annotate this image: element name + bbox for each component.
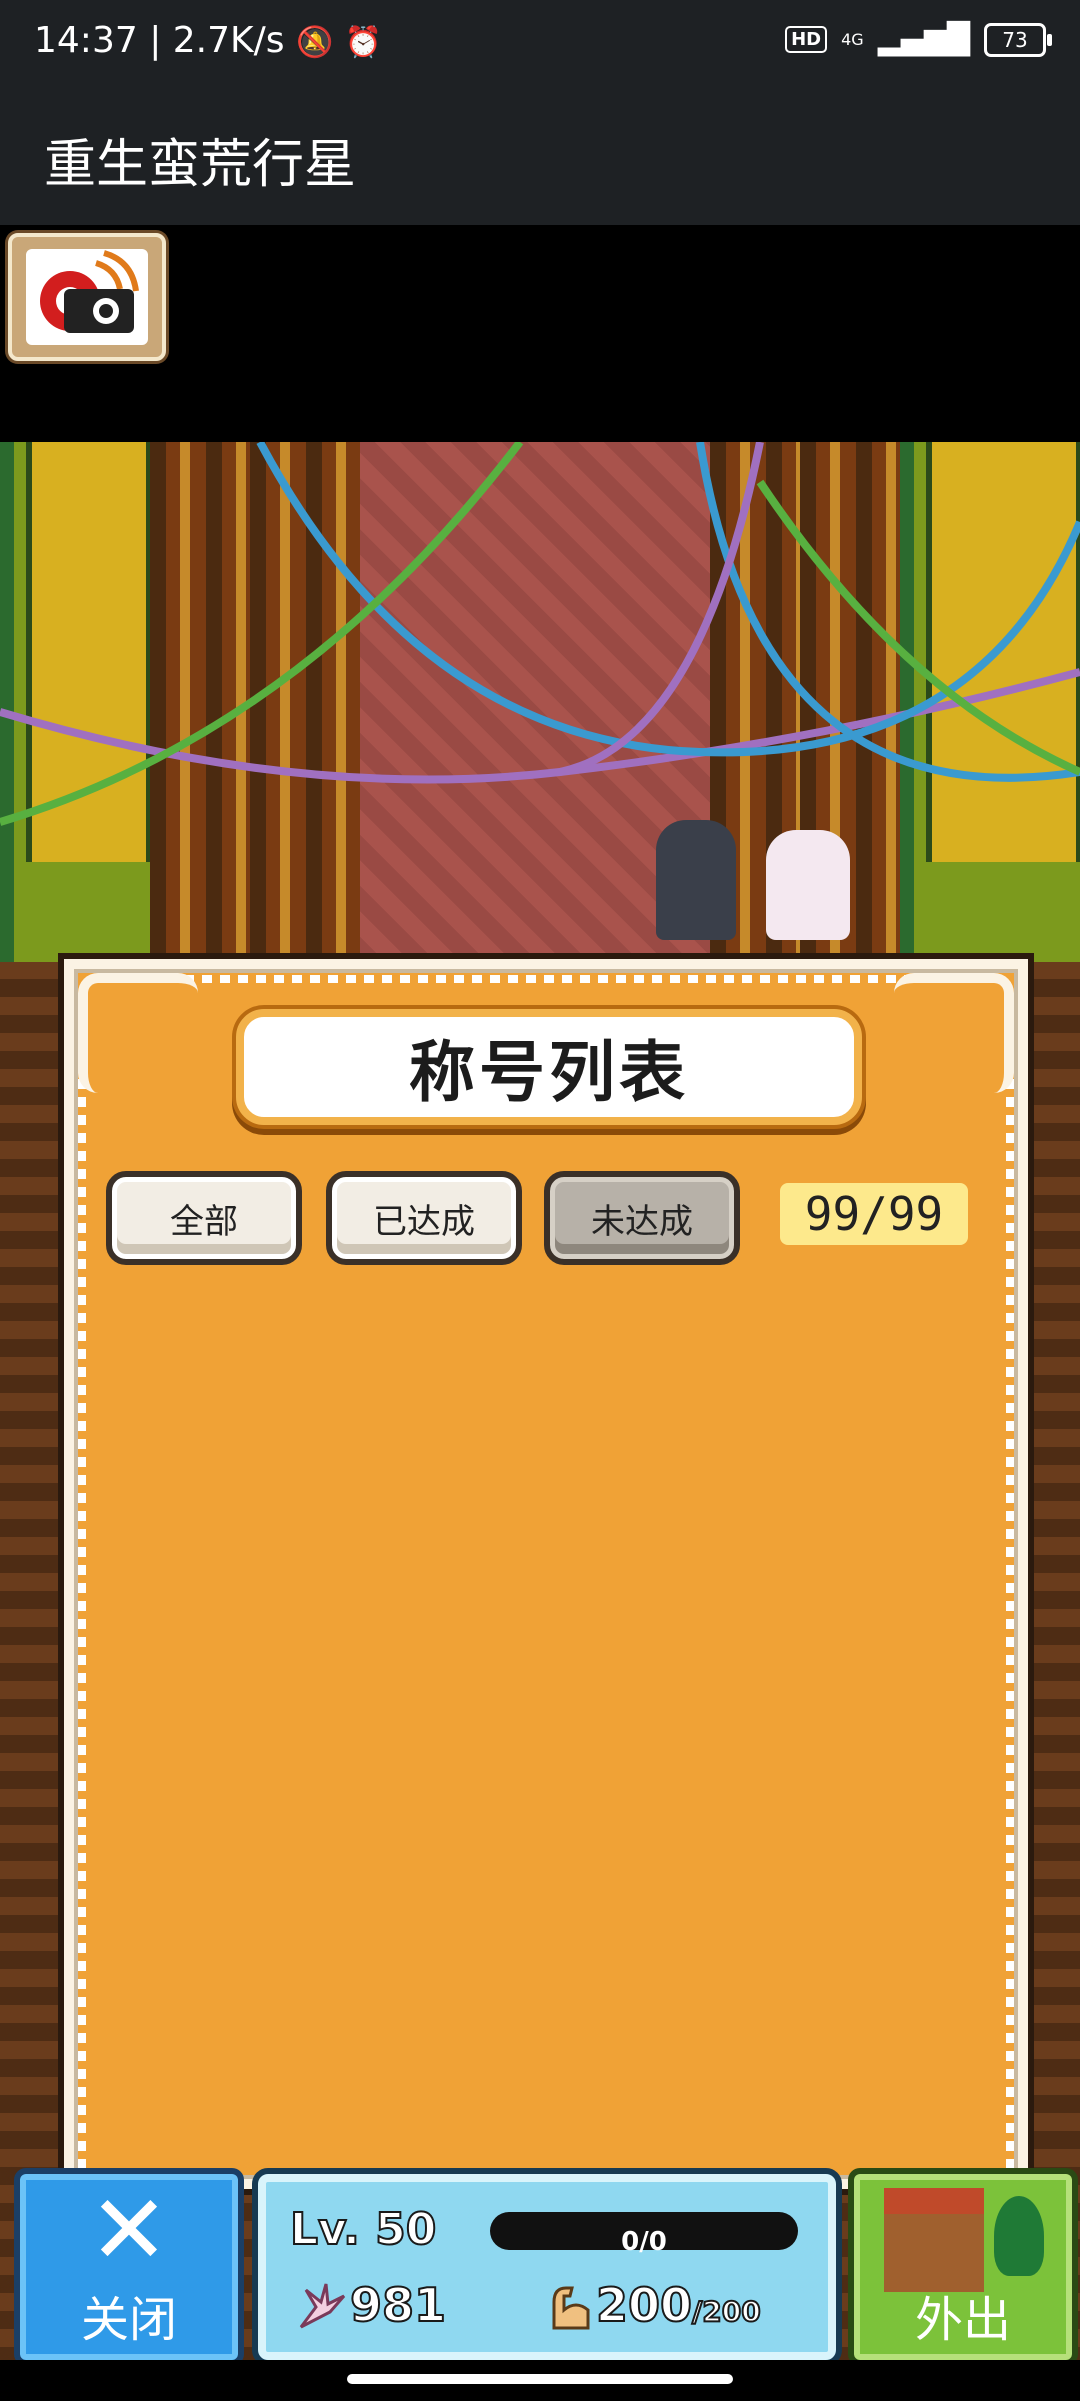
clock-text: 14:37 [34, 20, 138, 61]
title-list-area[interactable] [104, 1269, 988, 2149]
status-bar: 14:37 | 2.7K/s 🔕 ⏰ HD 4G ▂▄▆█ 73 [0, 0, 1080, 90]
alarm-icon: ⏰ [344, 25, 383, 60]
network-type: 4G [841, 29, 864, 49]
status-time: 14:37 | 2.7K/s 🔕 ⏰ [34, 20, 382, 61]
navigation-bar [0, 2360, 1080, 2401]
rabbit-npc [766, 830, 850, 940]
filter-all-button[interactable]: 全部 [106, 1171, 302, 1265]
exp-bar: 0/0 [490, 2212, 798, 2257]
status-icons: HD 4G ▂▄▆█ 73 [785, 22, 1052, 57]
camera-icon [26, 249, 148, 345]
close-label: 关闭 [80, 2292, 177, 2348]
signal-icon: ▂▄▆█ [877, 22, 970, 57]
corner-ornament-right [894, 973, 1014, 1093]
network-speed: 2.7K/s [172, 20, 285, 61]
title-bar: 重生蛮荒行星 [0, 90, 1080, 225]
resource-b-max: /200 [691, 2294, 762, 2329]
player-level: Lv. 50 [289, 2203, 437, 2256]
go-out-button[interactable]: 外出 [848, 2168, 1078, 2366]
screenshot-button[interactable] [8, 233, 166, 361]
app-title: 重生蛮荒行星 [44, 135, 357, 195]
resource-a-value: 981 [349, 2277, 447, 2333]
resource-b-current: 200 [595, 2277, 693, 2333]
right-border-pattern [1006, 999, 1014, 2169]
battery-icon: 73 [984, 22, 1052, 57]
bottom-bar: ✕ 关闭 Lv. 50 0/0 981 200/200 外出 [0, 2160, 1080, 2366]
title-counter: 99/99 [780, 1183, 968, 1245]
top-border-pattern [94, 975, 998, 983]
filter-achieved-button[interactable]: 已达成 [326, 1171, 522, 1265]
left-border-pattern [78, 999, 86, 2169]
close-x-icon: ✕ [88, 2174, 170, 2286]
go-out-label: 外出 [914, 2292, 1011, 2348]
filter-unachieved-button[interactable]: 未达成 [544, 1171, 740, 1265]
close-button[interactable]: ✕ 关闭 [14, 2168, 244, 2366]
player-stats-panel: Lv. 50 0/0 981 200/200 [252, 2168, 842, 2366]
status-separator: | [149, 20, 173, 61]
flexed-arm-icon [548, 2282, 594, 2342]
claw-icon [296, 2282, 346, 2342]
streamers-decoration [0, 442, 1080, 826]
house-icon [884, 2188, 984, 2292]
hd-badge: HD [785, 26, 828, 53]
home-gesture-handle[interactable] [347, 2374, 733, 2384]
resource-b-value: 200/200 [595, 2277, 762, 2333]
mute-bell-icon: 🔕 [295, 25, 334, 60]
tree-icon [994, 2196, 1044, 2276]
dialog-title: 称号列表 [236, 1009, 862, 1125]
title-list-dialog: 称号列表 全部 已达成 未达成 99/99 [58, 953, 1034, 2195]
corner-ornament-left [78, 973, 198, 1093]
player-character [656, 820, 736, 940]
exp-text: 0/0 [621, 2227, 667, 2257]
